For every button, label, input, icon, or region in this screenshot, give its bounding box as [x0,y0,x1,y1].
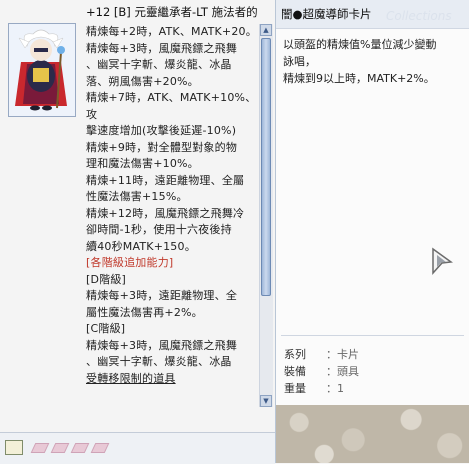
description-line: [D階級] [86,272,127,286]
info-row: 裝備 ：頭具 [284,363,444,380]
description-line: [C階級] [86,322,126,335]
description-line: 受轉移限制的道具 [86,371,176,385]
card-info-window: 闇●超魔導師卡片 Collections 以頭盔的精煉值%量位減少變動 詠唱， … [276,0,469,463]
info-value: ：頭具 [326,365,359,378]
info-key: 系列 [284,348,306,361]
description-line: 精煉+7時，ATK、MATK+10%、攻 擊速度增加(攻擊後延遲-10%) [86,91,257,137]
item-image [8,23,76,117]
item-description-window: +12 [B] 元靈繼承者-LT 施法者的 精煉每+2時，ATK、MATK+20… [0,0,276,464]
description-scrollbar[interactable]: ▲ ▼ [259,24,273,407]
card-description: 以頭盔的精煉值%量位減少變動 詠唱， 精煉到9以上時，MATK+2%。 [283,36,458,87]
card-slot-icon[interactable] [90,443,110,453]
description-line: 精煉每+3時，遠距離物理、全 屬性魔法傷害再+2%。 [86,289,238,319]
card-slot-icon[interactable] [30,443,50,453]
info-divider [281,335,464,336]
card-title: 闇●超魔導師卡片 [281,7,372,21]
mouse-cursor-icon [432,247,453,275]
item-footer-bar [0,432,275,464]
scroll-down-icon[interactable]: ▼ [260,395,272,407]
description-line: 精煉+12時，風魔飛鏢之飛舞冷 卻時間-1秒，使用十六夜後持 續40秒MATK+… [86,206,245,253]
description-line: [各階級追加能力] [86,256,174,269]
description-line: 精煉每+2時，ATK、MATK+20。 [86,25,257,38]
book-icon[interactable] [5,440,23,455]
description-line: 精煉每+3時，風魔飛鏢之飛舞 、幽冥十字斬、爆炎龍、冰晶 [86,338,238,369]
card-header: 闇●超魔導師卡片 Collections [276,0,469,29]
description-line: 精煉每+3時，風魔飛鏢之飛舞 、幽冥十字斬、爆炎龍、冰晶 落、朔風傷害+20%。 [86,41,238,88]
card-info-list: 系列 ：卡片裝備 ：頭具重量 ：1 [284,346,444,397]
scrollbar-thumb[interactable] [261,38,271,296]
info-key: 重量 [284,382,306,395]
card-description-text: 以頭盔的精煉值%量位減少變動 詠唱， 精煉到9以上時，MATK+2%。 [283,38,437,85]
info-row: 重量 ：1 [284,380,444,397]
description-line: 精煉+9時，對全體型對象的物 理和魔法傷害+10%。 [86,140,238,171]
stone-floor-background [276,405,469,463]
info-row: 系列 ：卡片 [284,346,444,363]
info-value: ：1 [326,382,344,395]
description-line: 精煉+11時，遠距離物理、全屬 性魔法傷害+15%。 [86,173,245,204]
info-value: ：卡片 [326,348,359,361]
collections-watermark: Collections [386,9,452,23]
info-key: 裝備 [284,365,306,378]
scroll-up-icon[interactable]: ▲ [260,24,272,36]
item-title: +12 [B] 元靈繼承者-LT 施法者的 [86,5,258,19]
item-description: 精煉每+2時，ATK、MATK+20。精煉每+3時，風魔飛鏢之飛舞 、幽冥十字斬… [86,24,258,424]
card-slot-icon[interactable] [70,443,90,453]
card-slot-icon[interactable] [50,443,70,453]
